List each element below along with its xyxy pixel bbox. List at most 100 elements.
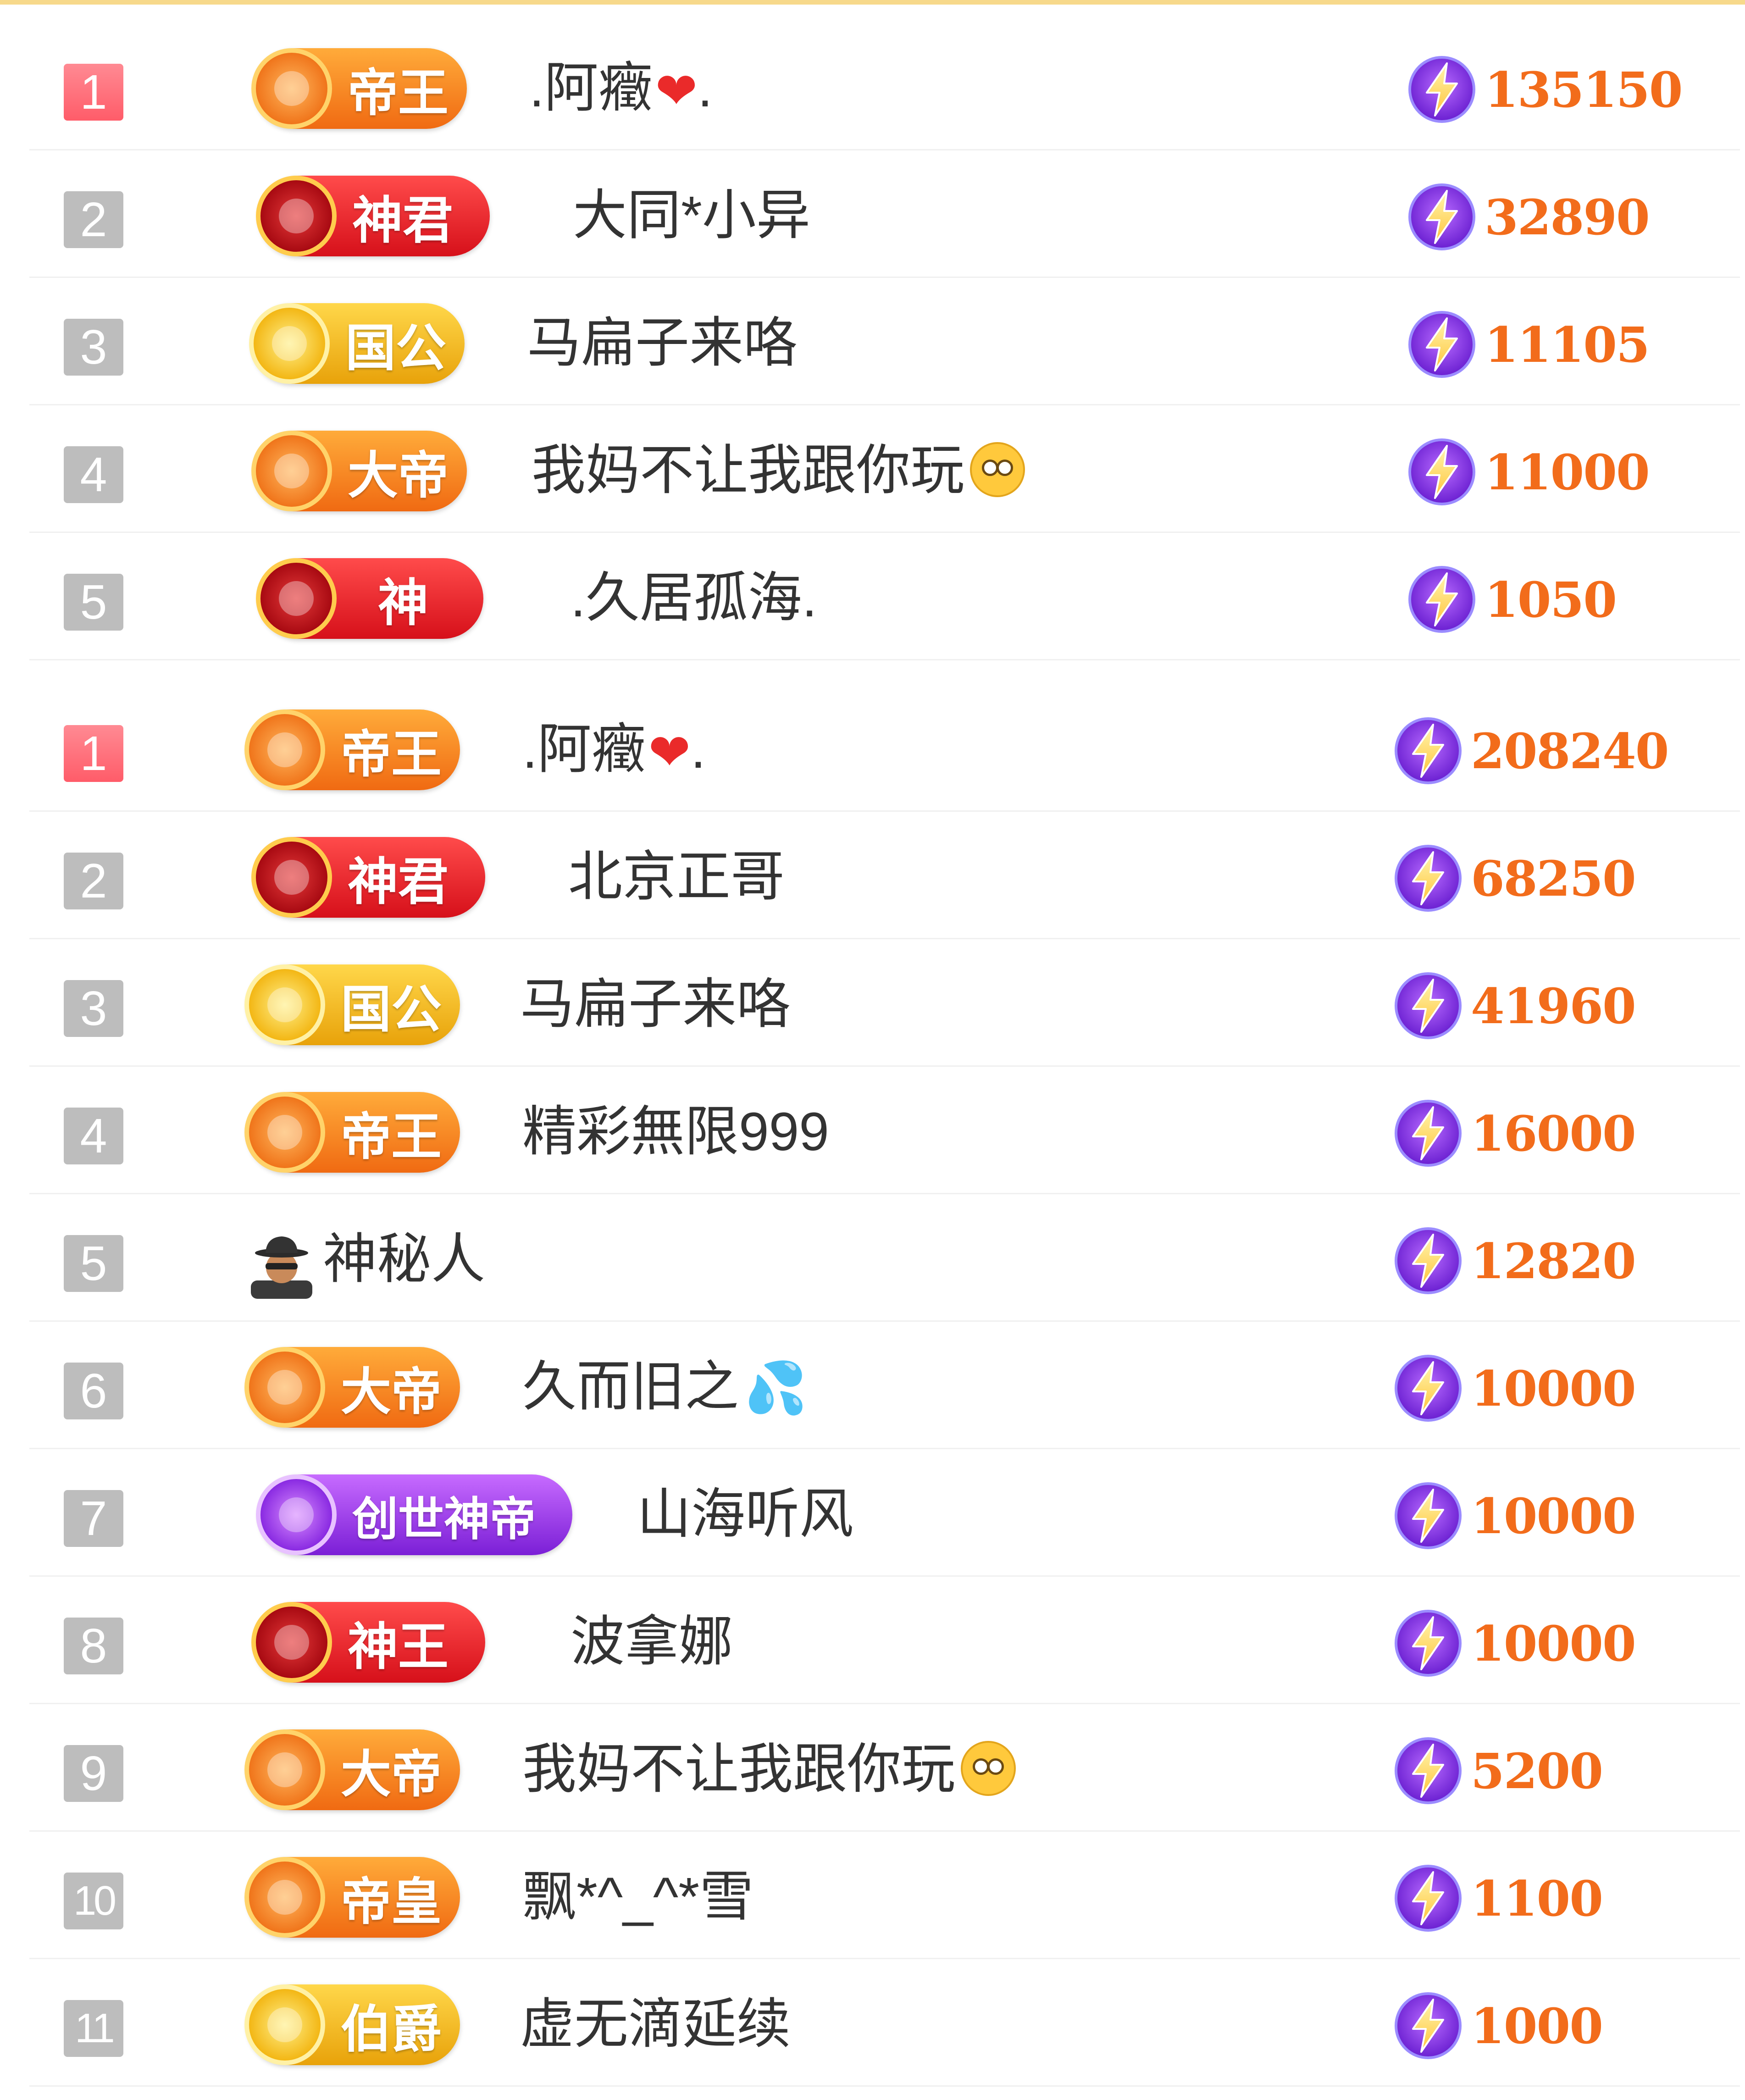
user-name[interactable]: .久居孤海. xyxy=(571,561,817,635)
user-name[interactable]: 神秘人 xyxy=(323,1223,485,1296)
score: 11105 xyxy=(1407,310,1650,379)
leaderboard-b: 1 帝王 .阿癥❤. 208240 2 神君 北京正哥 68250 3 国公 马… xyxy=(29,684,1740,2087)
list-item[interactable]: 4 大帝 我妈不让我跟你玩 11000 xyxy=(29,405,1740,533)
badge-emblem-icon xyxy=(256,558,337,639)
mystery-person-icon xyxy=(251,1236,312,1299)
lightning-bolt-icon xyxy=(1407,438,1476,506)
list-item[interactable]: 4 帝王 精彩無限999 16000 xyxy=(29,1067,1740,1194)
badge-emblem-icon xyxy=(256,176,337,256)
user-name-text: .阿癥 xyxy=(529,58,653,118)
rank-badge: 帝王 xyxy=(251,48,467,129)
user-name[interactable]: 马扁子来咯 xyxy=(520,968,791,1041)
rank-badge: 大帝 xyxy=(244,1729,460,1810)
user-name-text: 久而旧之 xyxy=(522,1357,739,1417)
lightning-bolt-icon xyxy=(1394,1736,1462,1805)
score-value: 10000 xyxy=(1471,1359,1636,1417)
list-item[interactable]: 1 帝王 .阿癥❤. 208240 xyxy=(29,684,1740,812)
lightning-bolt-icon xyxy=(1407,55,1476,124)
user-name[interactable]: 波拿娜 xyxy=(571,1605,733,1679)
list-item[interactable]: 5 神秘人 12820 xyxy=(29,1194,1740,1322)
sweat-droplets-icon: 💦 xyxy=(744,1360,807,1416)
rank-number: 1 xyxy=(64,64,123,121)
score-value: 12820 xyxy=(1471,1232,1636,1290)
user-name[interactable]: 久而旧之 💦 xyxy=(522,1350,807,1424)
user-name[interactable]: 我妈不让我跟你玩 xyxy=(522,1733,1016,1806)
score: 12820 xyxy=(1394,1226,1636,1295)
score-value: 32890 xyxy=(1485,188,1650,246)
score: 16000 xyxy=(1394,1099,1636,1168)
list-item[interactable]: 1 帝王 .阿癥❤. 135150 xyxy=(29,23,1740,150)
rolling-eyes-emoji-icon xyxy=(970,442,1025,497)
rank-badge: 大帝 xyxy=(244,1347,460,1428)
badge-emblem-icon xyxy=(251,48,332,129)
user-name[interactable]: 我妈不让我跟你玩 xyxy=(532,434,1025,507)
score: 1050 xyxy=(1407,565,1617,634)
rank-number: 8 xyxy=(64,1618,123,1674)
score-value: 16000 xyxy=(1471,1104,1636,1162)
score: 208240 xyxy=(1394,716,1669,785)
rank-badge: 帝王 xyxy=(244,1092,460,1173)
list-item[interactable]: 9 大帝 我妈不让我跟你玩 5200 xyxy=(29,1704,1740,1832)
user-name[interactable]: 虚无滴延续 xyxy=(520,1988,791,2061)
list-item[interactable]: 8 神王 波拿娜 10000 xyxy=(29,1577,1740,1704)
score-value: 5200 xyxy=(1471,1742,1603,1800)
lightning-bolt-icon xyxy=(1394,1354,1462,1423)
score-value: 208240 xyxy=(1471,722,1669,780)
rank-badge: 帝皇 xyxy=(244,1857,460,1938)
rank-number: 11 xyxy=(64,2000,123,2057)
score-value: 11000 xyxy=(1485,443,1650,501)
user-name[interactable]: 北京正哥 xyxy=(568,840,785,914)
rank-number: 4 xyxy=(64,446,123,503)
badge-emblem-icon xyxy=(244,1984,325,2065)
rank-number: 7 xyxy=(64,1490,123,1547)
badge-label: 帝皇 xyxy=(341,1874,442,1930)
lightning-bolt-icon xyxy=(1407,310,1476,379)
user-name[interactable]: 精彩無限999 xyxy=(522,1095,829,1169)
list-item[interactable]: 3 国公 马扁子来咯 41960 xyxy=(29,939,1740,1067)
rank-badge: 伯爵 xyxy=(244,1984,460,2065)
user-name[interactable]: 飘*^_^*雪 xyxy=(522,1860,753,1934)
badge-label: 伯爵 xyxy=(341,2001,442,2058)
score: 1000 xyxy=(1394,1991,1603,2060)
list-item[interactable]: 5 神 .久居孤海. 1050 xyxy=(29,533,1740,660)
user-name-text: .阿癥 xyxy=(522,719,646,780)
rank-badge: 国公 xyxy=(244,964,460,1045)
badge-label: 大帝 xyxy=(341,1364,442,1420)
lightning-bolt-icon xyxy=(1394,844,1462,913)
rank-badge: 创世神帝 xyxy=(256,1474,572,1555)
rank-number: 2 xyxy=(64,191,123,248)
list-item[interactable]: 3 国公 马扁子来咯 11105 xyxy=(29,278,1740,405)
rank-number: 10 xyxy=(64,1873,123,1929)
score-value: 10000 xyxy=(1471,1614,1636,1672)
score: 11000 xyxy=(1407,438,1650,506)
list-item[interactable]: 7 创世神帝 山海听风 10000 xyxy=(29,1449,1740,1577)
badge-label: 国公 xyxy=(345,320,446,377)
score-value: 10000 xyxy=(1471,1487,1636,1545)
rank-badge: 国公 xyxy=(249,303,465,384)
badge-emblem-icon xyxy=(244,964,325,1045)
user-name[interactable]: 大同*小异 xyxy=(573,179,810,252)
name-suffix: . xyxy=(697,58,713,118)
user-name-text: 我妈不让我跟你玩 xyxy=(522,1739,956,1800)
lightning-bolt-icon xyxy=(1394,1609,1462,1678)
score: 10000 xyxy=(1394,1354,1636,1423)
rank-badge: 神君 xyxy=(256,176,490,256)
score: 68250 xyxy=(1394,844,1636,913)
lightning-bolt-icon xyxy=(1394,1991,1462,2060)
rank-badge: 大帝 xyxy=(251,431,467,511)
score: 41960 xyxy=(1394,971,1636,1040)
user-name-text: 我妈不让我跟你玩 xyxy=(532,440,965,501)
lightning-bolt-icon xyxy=(1394,716,1462,785)
list-item[interactable]: 11 伯爵 虚无滴延续 1000 xyxy=(29,1959,1740,2087)
user-name[interactable]: 马扁子来咯 xyxy=(527,306,798,380)
user-name[interactable]: .阿癥❤. xyxy=(522,713,706,786)
rank-badge: 神王 xyxy=(251,1602,485,1683)
list-item[interactable]: 2 神君 北京正哥 68250 xyxy=(29,812,1740,939)
list-item[interactable]: 6 大帝 久而旧之 💦 10000 xyxy=(29,1322,1740,1449)
list-item[interactable]: 10 帝皇 飘*^_^*雪 1100 xyxy=(29,1832,1740,1959)
badge-label: 创世神帝 xyxy=(352,1493,536,1545)
list-item[interactable]: 2 神君 大同*小异 32890 xyxy=(29,150,1740,278)
lightning-bolt-icon xyxy=(1394,1099,1462,1168)
user-name[interactable]: 山海听风 xyxy=(637,1478,853,1551)
user-name[interactable]: .阿癥❤. xyxy=(529,51,713,125)
